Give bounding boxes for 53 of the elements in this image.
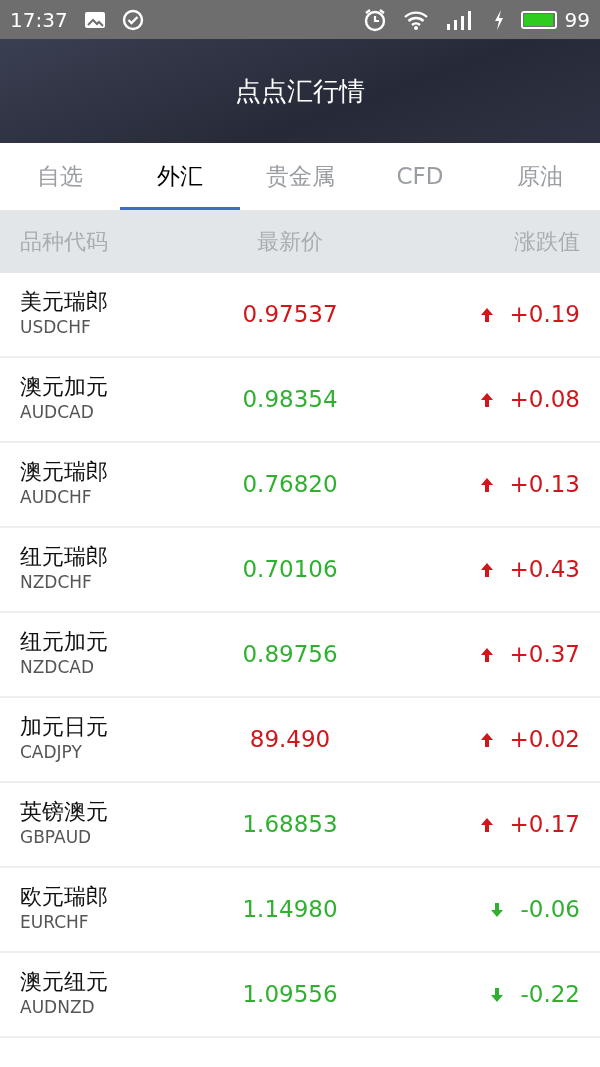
- price: 1.09556: [242, 981, 338, 1008]
- change-value: -0.06: [520, 895, 580, 925]
- clock-time: 17:37: [10, 6, 68, 34]
- pair-code: NZDCAD: [20, 655, 96, 679]
- pair-code: AUDCAD: [20, 400, 95, 424]
- app-title: 点点汇行情: [235, 74, 365, 108]
- alarm-icon: [362, 7, 387, 32]
- price: 0.98354: [242, 386, 338, 413]
- pair-code: USDCHF: [20, 315, 92, 339]
- price: 0.89756: [242, 641, 338, 668]
- column-header: 最新价: [256, 228, 324, 256]
- change-value: +0.19: [509, 300, 580, 330]
- pair-name: 纽元瑞郎: [20, 543, 109, 570]
- pair-code: AUDNZD: [20, 995, 96, 1019]
- pair-code: AUDCHF: [20, 485, 93, 509]
- change-value: -0.22: [520, 980, 580, 1010]
- pair-code: GBPAUD: [20, 825, 93, 849]
- change-value: +0.37: [509, 640, 580, 670]
- pair-code: NZDCHF: [20, 570, 93, 594]
- price: 1.68853: [242, 811, 338, 838]
- pair-name: 加元日元: [20, 713, 109, 740]
- pair-name: 英镑澳元: [20, 798, 109, 825]
- price: 0.70106: [242, 556, 338, 583]
- wifi-icon: [402, 8, 429, 31]
- category-tab[interactable]: CFD: [360, 143, 480, 210]
- change-value: +0.08: [509, 385, 580, 415]
- change-value: +0.02: [509, 725, 580, 755]
- pair-name: 美元瑞郎: [20, 288, 109, 315]
- price: 0.97537: [242, 301, 338, 328]
- pair-name: 澳元瑞郎: [20, 458, 109, 485]
- battery-icon: [520, 10, 557, 29]
- pair-code: CADJPY: [20, 740, 83, 764]
- charging-icon: [492, 8, 505, 31]
- pair-name: 澳元加元: [20, 373, 109, 400]
- image-icon: [83, 10, 106, 29]
- price: 0.76820: [242, 471, 338, 498]
- category-tab[interactable]: 贵金属: [240, 143, 360, 210]
- column-header: 涨跌值: [513, 228, 580, 256]
- category-tab[interactable]: 自选: [0, 143, 120, 210]
- column-header: 品种代码: [20, 228, 109, 256]
- change-value: +0.43: [509, 555, 580, 585]
- price: 89.490: [249, 726, 331, 753]
- pair-name: 澳元纽元: [20, 968, 109, 995]
- pair-code: EURCHF: [20, 910, 90, 934]
- change-value: +0.17: [509, 810, 580, 840]
- category-tab[interactable]: 外汇: [120, 143, 240, 210]
- price: 1.14980: [242, 896, 338, 923]
- change-value: +0.13: [509, 470, 580, 500]
- check-circle-icon: [121, 8, 144, 31]
- pair-name: 纽元加元: [20, 628, 109, 655]
- pair-name: 欧元瑞郎: [20, 883, 109, 910]
- category-tab[interactable]: 原油: [480, 143, 600, 210]
- battery-percent: 99: [564, 6, 590, 34]
